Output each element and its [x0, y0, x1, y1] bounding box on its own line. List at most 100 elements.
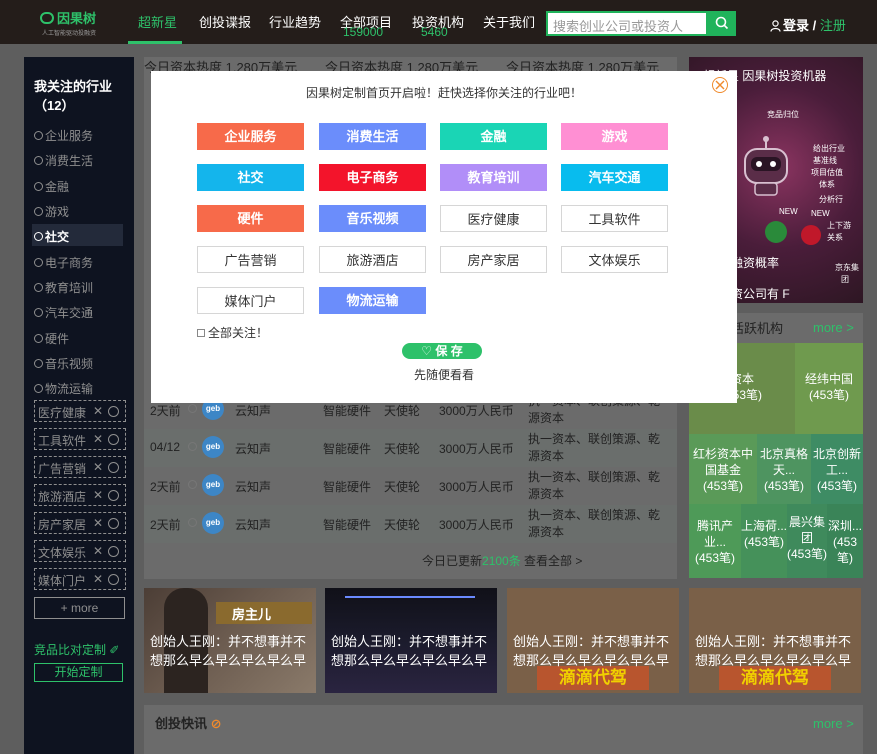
industry-tag[interactable]: 硬件 [197, 205, 304, 232]
industry-tag[interactable]: 电子商务 [319, 164, 426, 191]
sidebar-item[interactable]: 汽车交通 [34, 304, 93, 321]
sidebar-tag[interactable]: 旅游酒店 ✕ [34, 484, 126, 506]
active-institutions-more-link[interactable]: more > [813, 320, 854, 335]
treemap-cell[interactable]: 北京创新工... (453笔) [811, 434, 863, 504]
view-all-link[interactable]: 查看全部 > [521, 554, 582, 568]
industry-tag[interactable]: 文体娱乐 [561, 246, 668, 273]
check-icon[interactable] [108, 518, 119, 529]
industry-tag[interactable]: 医疗健康 [440, 205, 547, 232]
site-logo[interactable]: 因果树 人工智能驱动投融资 [40, 8, 110, 38]
industry-tag[interactable]: 汽车交通 [561, 164, 668, 191]
treemap-cell[interactable]: 北京真格天... (453笔) [757, 434, 811, 504]
treemap-cell[interactable]: 腾讯产业... (453笔) [689, 504, 741, 578]
industry-tag[interactable]: 金融 [440, 123, 547, 150]
search-input[interactable]: 搜索创业公司或投资人 [546, 11, 708, 36]
search-icon [715, 16, 729, 30]
industry-tag[interactable]: 旅游酒店 [319, 246, 426, 273]
nav-intel[interactable]: 创投谍报 [199, 12, 251, 31]
treemap-cell[interactable]: 晨兴集团 (453笔) [787, 504, 827, 578]
login-link[interactable]: 登录 [783, 18, 809, 33]
company-name[interactable]: 云知声 [235, 478, 271, 495]
industry-tag[interactable]: 教育培训 [440, 164, 547, 191]
remove-icon[interactable]: ✕ [93, 544, 103, 558]
industry-tag[interactable]: 音乐视频 [319, 205, 426, 232]
sidebar-tag[interactable]: 医疗健康 ✕ [34, 400, 126, 422]
remove-icon[interactable]: ✕ [93, 432, 103, 446]
sidebar-tag-label: 媒体门户 [38, 574, 87, 588]
quick-news-more-link[interactable]: more > [813, 716, 854, 731]
industry-tag[interactable]: 游戏 [561, 123, 668, 150]
check-icon[interactable] [108, 490, 119, 501]
sidebar-item[interactable]: 音乐视频 [34, 355, 93, 372]
industry-tag[interactable]: 企业服务 [197, 123, 304, 150]
check-icon[interactable] [108, 406, 119, 417]
search-button[interactable] [708, 11, 736, 36]
industry-tag[interactable]: 房产家居 [440, 246, 547, 273]
clock-icon [188, 442, 197, 451]
sidebar-item[interactable]: 企业服务 [34, 127, 93, 144]
industry-tag[interactable]: 物流运输 [319, 287, 426, 314]
treemap-cell-count: (453笔) [832, 535, 858, 565]
radio-icon [34, 308, 43, 317]
treemap-cell[interactable]: 深圳... (453笔) [827, 504, 863, 578]
robot-label: NEW [811, 209, 830, 218]
industry-tag[interactable]: 消费生活 [319, 123, 426, 150]
sidebar-item[interactable]: 金融 [34, 178, 69, 195]
checkbox-icon[interactable] [197, 329, 205, 337]
more-industries-button[interactable]: + more [34, 597, 125, 619]
sidebar-item-label: 汽车交通 [45, 306, 94, 320]
treemap-cell[interactable]: 上海荷... (453笔) [741, 504, 787, 578]
sidebar-tag[interactable]: 广告营销 ✕ [34, 456, 126, 478]
check-icon[interactable] [108, 574, 119, 585]
start-custom-button[interactable]: 开始定制 [34, 663, 123, 682]
today-updated-link[interactable]: 今日已更新2100条 查看全部 > [422, 552, 582, 569]
sidebar-item[interactable]: 游戏 [34, 203, 69, 220]
remove-icon[interactable]: ✕ [93, 460, 103, 474]
check-icon[interactable] [108, 434, 119, 445]
news-card[interactable]: 滴滴代驾 创始人王刚：并不想事并不想那么早么早么早么早么早 [507, 588, 679, 693]
modal-close-button[interactable] [712, 77, 728, 93]
save-button[interactable]: ♡ 保 存 [402, 343, 482, 359]
sidebar-tag[interactable]: 媒体门户 ✕ [34, 568, 126, 590]
sidebar-item[interactable]: 电子商务 [34, 254, 93, 271]
news-card[interactable]: 创始人王刚：并不想事并不想那么早么早么早么早么早 [325, 588, 497, 693]
treemap-cell[interactable]: 红杉资本中国基金 (453笔) [689, 434, 757, 504]
table-row[interactable]: 04/12 geb 云知声 智能硬件 天使轮 3000万人民币 执一资本、联创策源、乾源资… [144, 429, 677, 467]
remove-icon[interactable]: ✕ [93, 488, 103, 502]
news-card[interactable]: 滴滴代驾 创始人王刚：并不想事并不想那么早么早么早么早么早 [689, 588, 861, 693]
sidebar-item[interactable]: 消费生活 [34, 152, 93, 169]
sidebar-tag[interactable]: 房产家居 ✕ [34, 512, 126, 534]
sidebar-item-label: 消费生活 [45, 154, 94, 168]
nav-about[interactable]: 关于我们 [483, 12, 535, 31]
treemap-cell[interactable]: 经纬中国 (453笔) [795, 343, 863, 434]
company-name[interactable]: 云知声 [235, 516, 271, 533]
treemap-cell-count: (453笔) [702, 479, 743, 493]
company-name[interactable]: 云知声 [235, 402, 271, 419]
company-logo: geb [202, 474, 224, 496]
industry-tag[interactable]: 社交 [197, 164, 304, 191]
sidebar-item[interactable]: 物流运输 [34, 380, 93, 397]
news-card[interactable]: 房主儿 创始人王刚：并不想事并不想那么早么早么早么早么早 [144, 588, 316, 693]
clock-icon [188, 480, 197, 489]
industry-tag[interactable]: 广告营销 [197, 246, 304, 273]
nav-trends[interactable]: 行业趋势 [269, 12, 321, 31]
industry-tag[interactable]: 媒体门户 [197, 287, 304, 314]
table-row[interactable]: 2天前 geb 云知声 智能硬件天使轮 3000万人民币执一资本、联创策源、乾源资本 [144, 505, 677, 543]
sidebar-item-selected[interactable]: 社交 [34, 228, 69, 245]
sidebar-tag[interactable]: 工具软件 ✕ [34, 428, 126, 450]
remove-icon[interactable]: ✕ [93, 404, 103, 418]
company-name[interactable]: 云知声 [235, 440, 271, 457]
skip-link[interactable]: 先随便看看 [151, 366, 737, 383]
table-row[interactable]: 2天前 geb 云知声 智能硬件天使轮 3000万人民币执一资本、联创策源、乾源资本 [144, 467, 677, 505]
follow-all-checkbox[interactable]: 全部关注！ [197, 324, 268, 341]
register-link[interactable]: 注册 [820, 18, 846, 33]
sidebar-tag[interactable]: 文体娱乐 ✕ [34, 540, 126, 562]
industry-tag[interactable]: 工具软件 [561, 205, 668, 232]
check-icon[interactable] [108, 546, 119, 557]
check-icon[interactable] [108, 462, 119, 473]
remove-icon[interactable]: ✕ [93, 516, 103, 530]
remove-icon[interactable]: ✕ [93, 572, 103, 586]
nav-supernova[interactable]: 超新星 [138, 12, 177, 31]
sidebar-item[interactable]: 硬件 [34, 330, 69, 347]
sidebar-item[interactable]: 教育培训 [34, 279, 93, 296]
